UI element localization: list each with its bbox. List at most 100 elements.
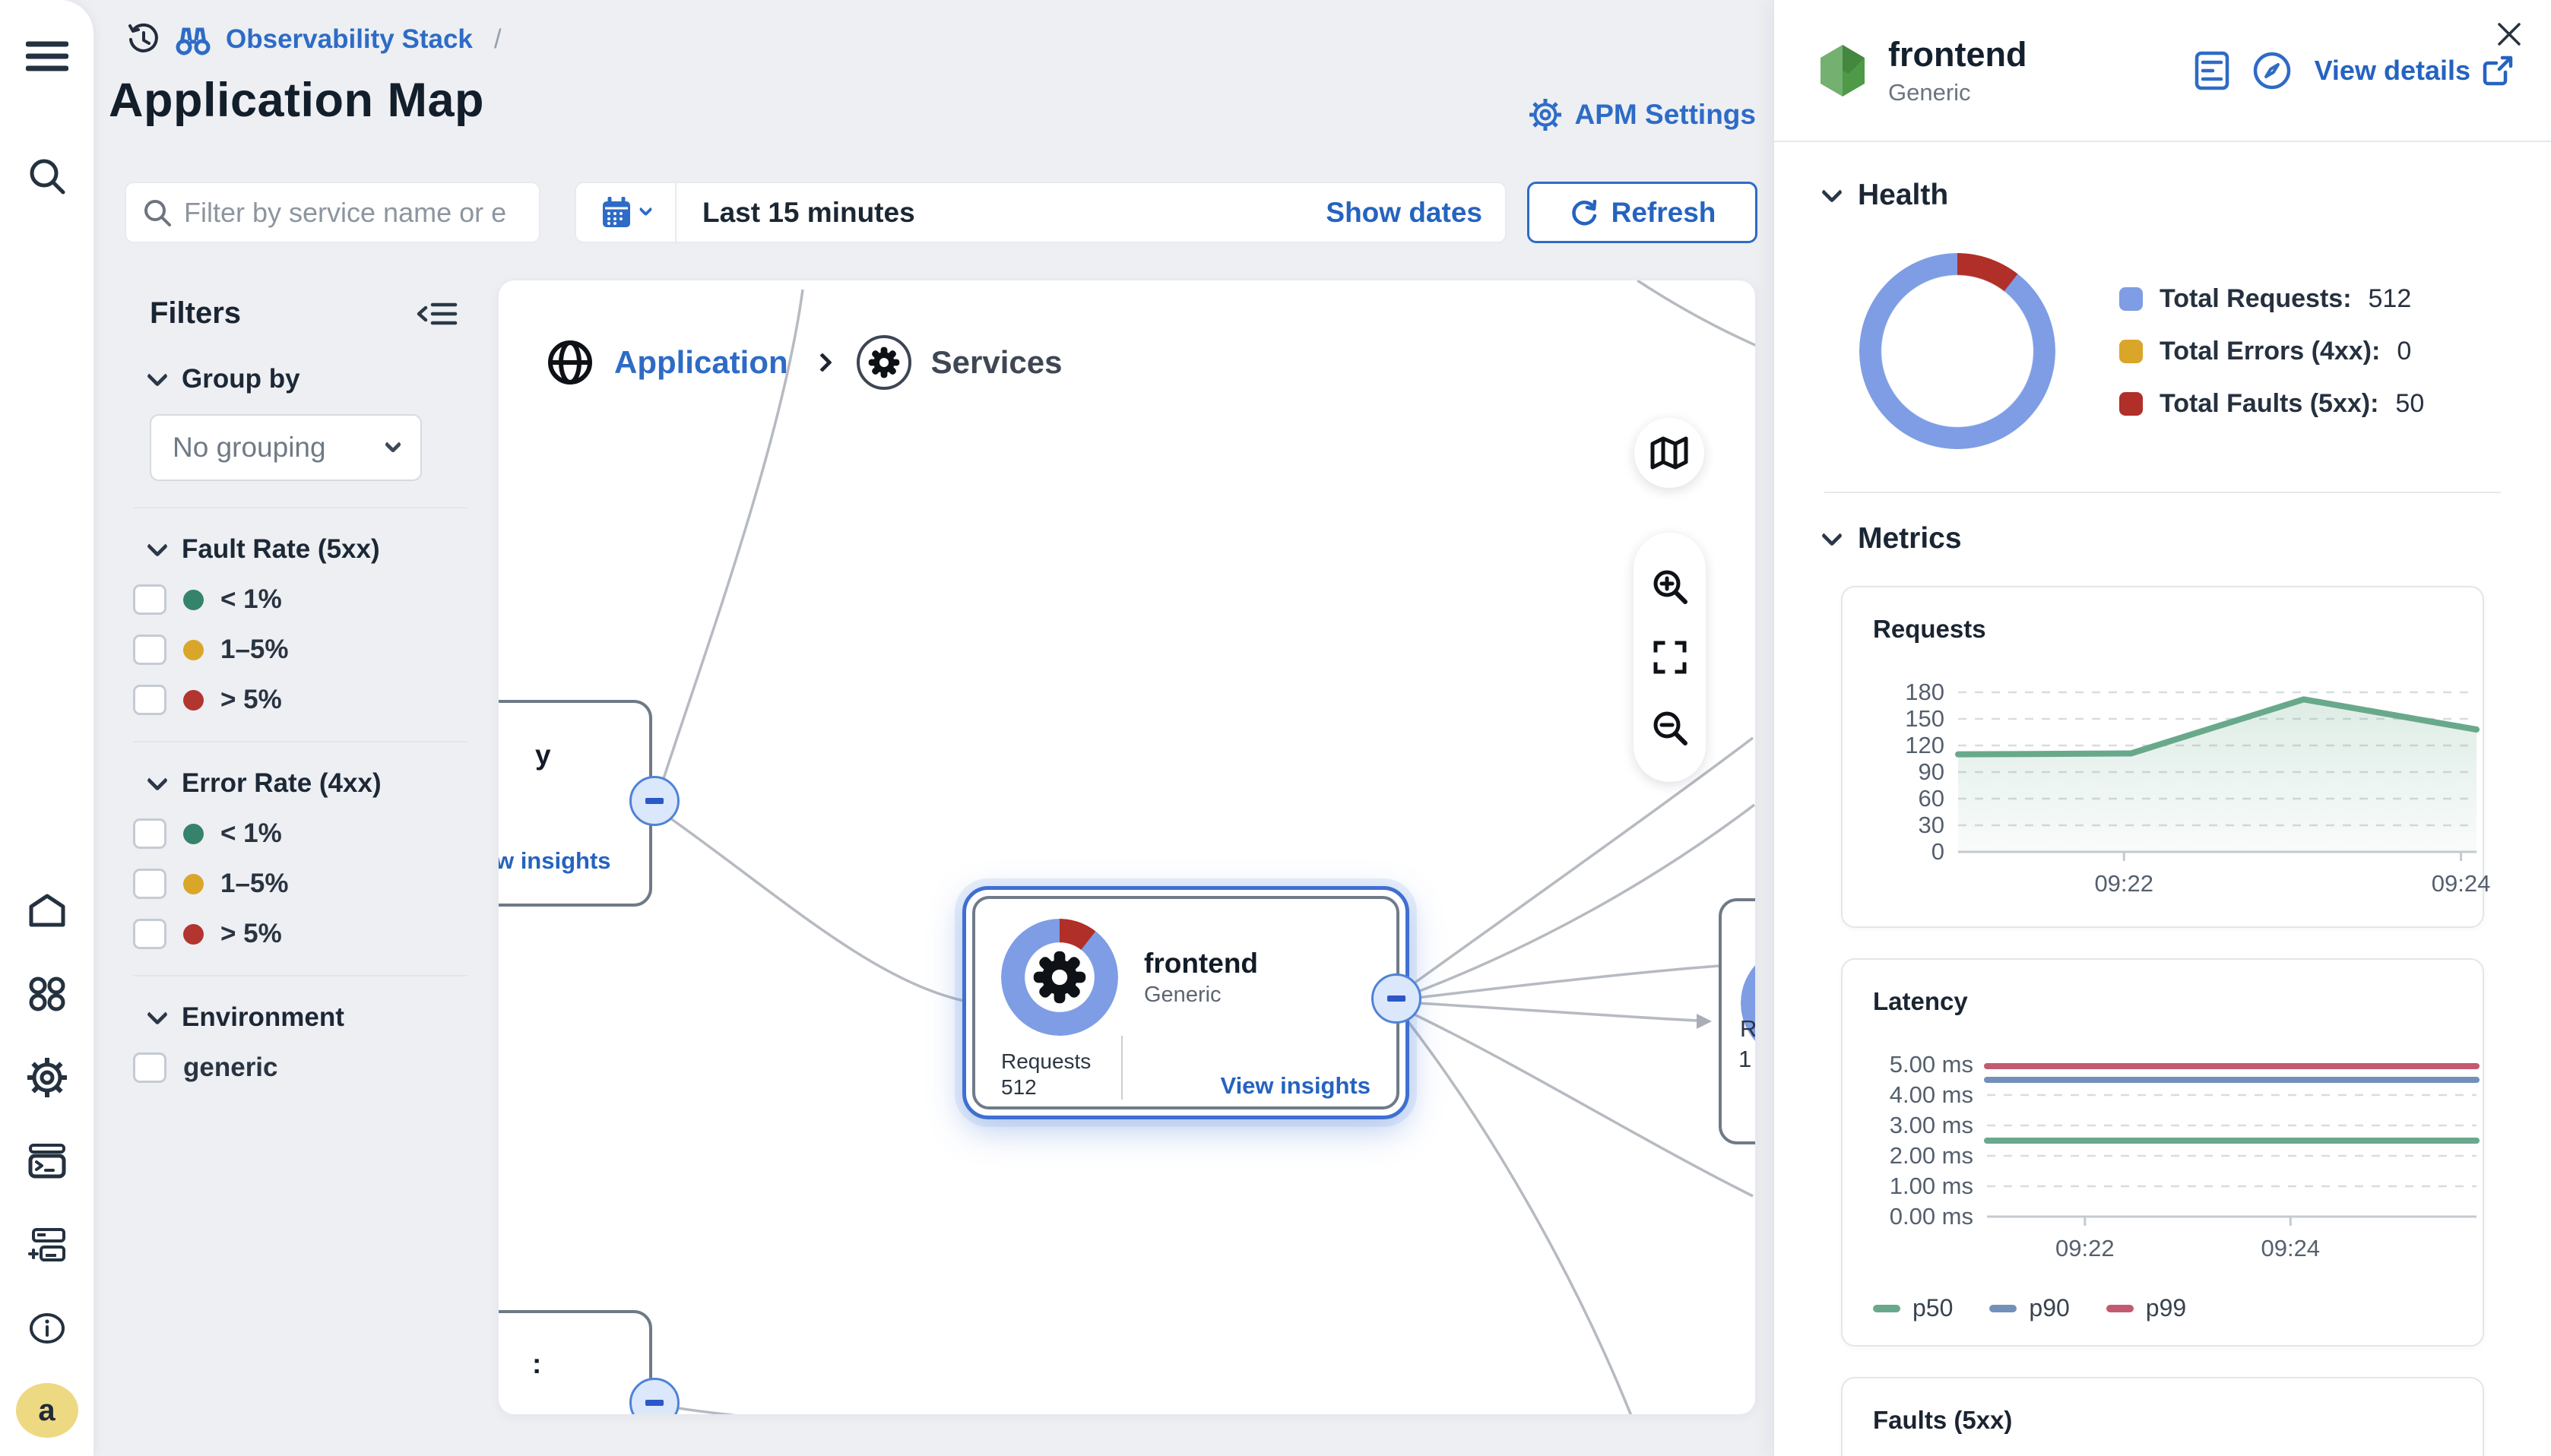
filter-option-row: < 1% <box>133 584 467 615</box>
document-icon[interactable] <box>2194 51 2229 90</box>
status-dot-yellow <box>183 874 204 894</box>
legend-item: Total Requests:512 <box>2119 284 2424 314</box>
checkbox[interactable] <box>133 685 166 715</box>
globe-icon <box>546 338 594 387</box>
service-node-partial-right[interactable]: R 1 <box>1719 898 1756 1144</box>
service-node-frontend[interactable]: frontend Generic Requests 512 View insig… <box>962 886 1409 1119</box>
time-range-control: Last 15 minutes Show dates <box>575 182 1507 243</box>
details-subtitle: Generic <box>1888 79 2027 106</box>
add-panel-icon[interactable] <box>0 1208 93 1281</box>
filter-option-row: 1–5% <box>133 869 467 899</box>
map-breadcrumb-application[interactable]: Application <box>614 344 788 381</box>
checkbox[interactable] <box>133 919 166 949</box>
search-icon[interactable] <box>0 140 93 213</box>
nav-rail: a <box>0 0 93 1456</box>
history-icon[interactable] <box>127 23 160 56</box>
chevron-down-icon[interactable] <box>147 1004 168 1025</box>
map-icon <box>1649 435 1689 470</box>
group-by-label: Group by <box>182 364 300 394</box>
refresh-label: Refresh <box>1611 197 1716 229</box>
chart-title: Faults (5xx) <box>1873 1406 2452 1435</box>
chevron-down-icon[interactable] <box>1821 182 1843 203</box>
edge-arrowhead <box>1697 1014 1712 1029</box>
map-breadcrumb: Application Services <box>546 335 1063 390</box>
services-gear-icon <box>857 335 911 390</box>
legend-item: Total Errors (4xx):0 <box>2119 337 2424 366</box>
collapse-node-button[interactable] <box>1371 973 1421 1024</box>
service-filter-input[interactable] <box>184 197 537 229</box>
apm-settings-label: APM Settings <box>1575 99 1756 131</box>
chart-title: Requests <box>1873 615 2452 644</box>
settings-icon[interactable] <box>0 1041 93 1114</box>
zoom-out-button[interactable] <box>1651 709 1689 747</box>
chevron-down-icon[interactable] <box>147 366 168 387</box>
requests-chart-card: Requests 1801501209060300 09:2209:24 <box>1841 586 2484 928</box>
calendar-dropdown-button[interactable] <box>576 183 677 242</box>
zoom-in-button[interactable] <box>1651 568 1689 606</box>
fullscreen-button[interactable] <box>1653 640 1687 675</box>
chevron-down-icon[interactable] <box>147 536 168 557</box>
health-donut-chart <box>1859 253 2055 449</box>
breadcrumb: Observability Stack / <box>127 23 502 56</box>
apps-icon[interactable] <box>0 957 93 1030</box>
environment-label: Environment <box>182 1002 344 1033</box>
avatar[interactable]: a <box>16 1383 78 1438</box>
view-insights-link[interactable]: View insights <box>498 847 611 875</box>
requests-chart: 09:2209:24 <box>1958 692 2477 904</box>
error-rate-label: Error Rate (4xx) <box>182 768 382 799</box>
group-by-value: No grouping <box>173 432 326 464</box>
option-label: < 1% <box>220 818 282 849</box>
x-axis-labels: 09:2209:24 <box>1958 864 2477 904</box>
legend-swatch <box>1989 1305 2017 1312</box>
node-stat-value: 1 <box>1738 1046 1751 1073</box>
chevron-down-icon[interactable] <box>147 770 168 791</box>
view-details-link[interactable]: View details <box>2315 55 2513 87</box>
toolbar: Last 15 minutes Show dates Refresh <box>125 182 1757 243</box>
calendar-icon <box>601 197 632 229</box>
collapse-panel-icon[interactable] <box>416 298 458 330</box>
node-health-ring <box>1001 919 1118 1036</box>
refresh-button[interactable]: Refresh <box>1527 182 1757 243</box>
filter-option-row: > 5% <box>133 685 467 715</box>
home-icon[interactable] <box>0 874 93 947</box>
error-rate-section: Error Rate (4xx) < 1% 1–5% > 5% <box>133 741 467 949</box>
chevron-down-icon <box>639 202 652 216</box>
collapse-node-button[interactable] <box>629 776 680 826</box>
minimap-button[interactable] <box>1634 418 1704 488</box>
chevron-right-icon <box>813 353 832 372</box>
info-icon[interactable] <box>0 1292 93 1365</box>
checkbox[interactable] <box>133 635 166 665</box>
chevron-down-icon[interactable] <box>1821 525 1843 546</box>
close-icon[interactable] <box>2495 20 2524 49</box>
option-label: > 5% <box>220 685 282 715</box>
group-by-select[interactable]: No grouping <box>150 414 422 481</box>
node-stat-value: 512 <box>1001 1075 1091 1100</box>
checkbox[interactable] <box>133 869 166 899</box>
filter-option-row: > 5% <box>133 919 467 949</box>
compass-icon[interactable] <box>2252 51 2292 90</box>
option-label: 1–5% <box>220 869 289 899</box>
breadcrumb-root-link[interactable]: Observability Stack <box>226 24 473 55</box>
legend-swatch <box>2119 340 2143 363</box>
view-insights-link[interactable]: View insights <box>1220 1072 1371 1100</box>
filters-panel: Filters Group by No grouping Fault Rate … <box>133 296 467 1083</box>
filter-option-row: generic <box>133 1052 467 1083</box>
checkbox[interactable] <box>133 818 166 849</box>
main-area: Observability Stack / Application Map AP… <box>93 0 1773 1456</box>
checkbox[interactable] <box>133 1052 166 1083</box>
filter-option-row: < 1% <box>133 818 467 849</box>
show-dates-link[interactable]: Show dates <box>1326 197 1482 229</box>
menu-icon[interactable] <box>0 20 93 93</box>
legend-item: Total Faults (5xx):50 <box>2119 389 2424 419</box>
y-axis-labels: 1801501209060300 <box>1873 692 1958 852</box>
binoculars-icon <box>176 24 211 55</box>
application-map-canvas[interactable]: Application Services y View insights : R… <box>498 280 1756 1415</box>
health-title: Health <box>1858 179 1948 212</box>
checkbox[interactable] <box>133 584 166 615</box>
apm-settings-button[interactable]: APM Settings <box>1528 97 1756 132</box>
service-logo-hexagon-icon <box>1817 42 1868 100</box>
service-gear-icon <box>1031 949 1088 1005</box>
terminal-icon[interactable] <box>0 1125 93 1198</box>
external-link-icon <box>2483 55 2513 86</box>
refresh-icon <box>1569 198 1599 228</box>
